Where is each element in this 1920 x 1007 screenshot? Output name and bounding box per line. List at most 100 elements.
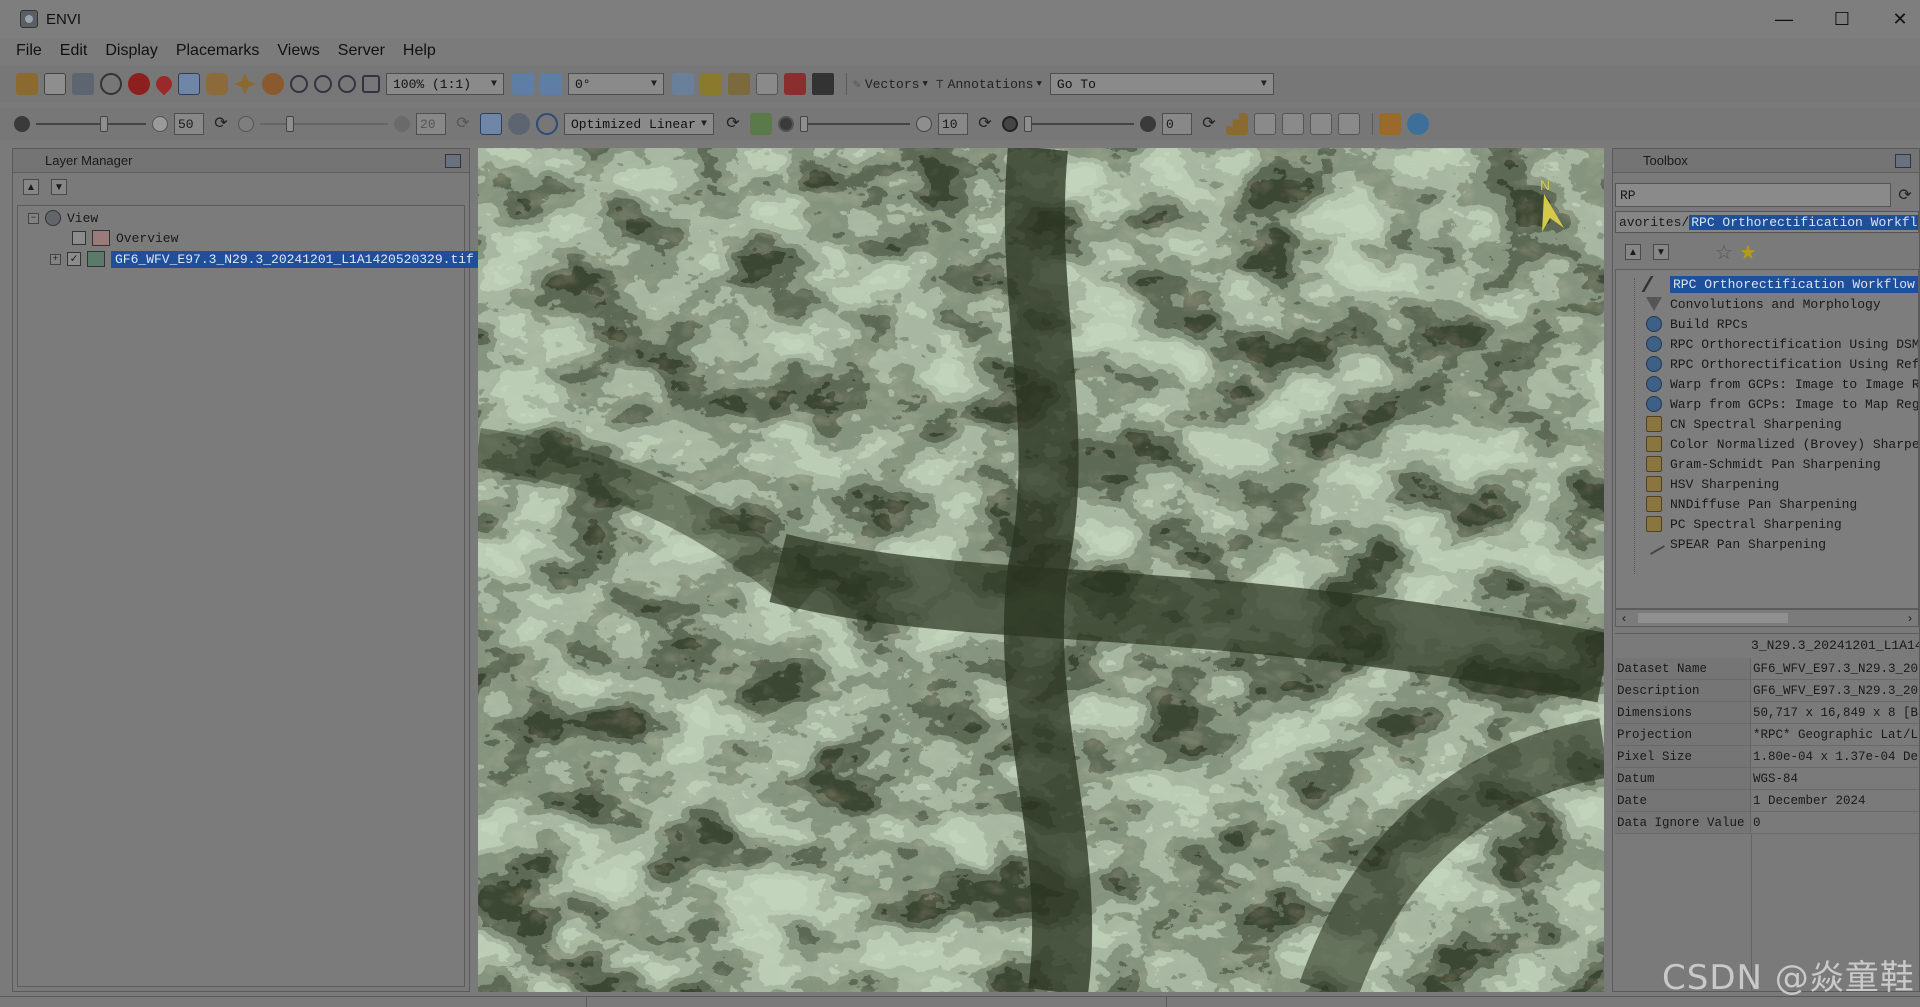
- flicker-icon[interactable]: [784, 73, 806, 95]
- select-cursor-icon[interactable]: [178, 73, 200, 95]
- rotate-right-icon[interactable]: [540, 73, 562, 95]
- reset-transparency-icon[interactable]: ⟳: [1198, 113, 1220, 135]
- image-view[interactable]: [478, 148, 1604, 992]
- maximize-button[interactable]: ☐: [1813, 0, 1871, 38]
- measure-icon[interactable]: [728, 73, 750, 95]
- transparency-value[interactable]: 0: [1162, 113, 1192, 135]
- view-3-icon[interactable]: [1310, 113, 1332, 135]
- collapse-icon[interactable]: −: [28, 212, 39, 224]
- zoom-out-icon[interactable]: [338, 75, 356, 93]
- swipe-icon[interactable]: [756, 73, 778, 95]
- tool-item[interactable]: RPC Orthorectification Workflow: [1641, 274, 1918, 294]
- tree-item-overview[interactable]: Overview: [72, 228, 178, 248]
- menu-edit[interactable]: Edit: [60, 42, 88, 60]
- property-row[interactable]: Description GF6_WFV_E97.3_N29.3_20: [1615, 680, 1919, 702]
- tool-item[interactable]: Warp from GCPs: Image to Image Re: [1646, 374, 1918, 394]
- tree-item-raster-layer[interactable]: + ✓ GF6_WFV_E97.3_N29.3_20241201_L1A1420…: [50, 249, 478, 269]
- reset-brightness-icon[interactable]: ⟳: [210, 113, 232, 135]
- toolbox-horizontal-scrollbar[interactable]: ‹ ›: [1615, 609, 1919, 627]
- toolbox-path-bar[interactable]: avorites/RPC Orthorectification Workflow: [1615, 211, 1919, 233]
- tool-item[interactable]: HSV Sharpening: [1646, 474, 1779, 494]
- property-row[interactable]: Date 1 December 2024: [1615, 790, 1919, 812]
- toolbox-search-input[interactable]: RP: [1615, 183, 1891, 207]
- rotation-select[interactable]: 0° ▼: [568, 73, 664, 95]
- tool-item[interactable]: NNDiffuse Pan Sharpening: [1646, 494, 1857, 514]
- chip-icon[interactable]: [700, 73, 722, 95]
- menu-placemarks[interactable]: Placemarks: [176, 42, 260, 60]
- property-row[interactable]: Projection *RPC* Geographic Lat/L: [1615, 724, 1919, 746]
- contrast-slider[interactable]: [260, 116, 388, 132]
- rotate-icon[interactable]: [262, 73, 284, 95]
- property-row[interactable]: Data Ignore Value 0: [1615, 812, 1919, 834]
- sync-icon[interactable]: [1407, 113, 1429, 135]
- view-1-icon[interactable]: [1254, 113, 1276, 135]
- collapse-all-icon[interactable]: ▲: [23, 179, 39, 195]
- pin-icon[interactable]: [1895, 154, 1911, 168]
- view-2-icon[interactable]: [1282, 113, 1304, 135]
- fly-icon[interactable]: [234, 73, 256, 95]
- tool-item[interactable]: SPEAR Pan Sharpening: [1643, 533, 1826, 555]
- menu-file[interactable]: File: [16, 42, 42, 60]
- reset-contrast-icon[interactable]: ⟳: [452, 113, 474, 135]
- property-row[interactable]: Dataset Name GF6_WFV_E97.3_N29.3_20: [1615, 658, 1919, 680]
- placemark-icon[interactable]: [152, 72, 176, 96]
- histogram-icon[interactable]: [750, 113, 772, 135]
- zoom-icon[interactable]: [290, 75, 308, 93]
- crosshair-icon[interactable]: [100, 73, 122, 95]
- property-row[interactable]: Pixel Size 1.80e-04 x 1.37e-04 De: [1615, 746, 1919, 768]
- sharpen-value[interactable]: 10: [938, 113, 968, 135]
- transparency-slider[interactable]: [1024, 116, 1134, 132]
- tool-item[interactable]: RPC Orthorectification Using DSM: [1646, 334, 1918, 354]
- portal-icon[interactable]: [812, 73, 834, 95]
- toolbox-case-icon[interactable]: [1379, 113, 1401, 135]
- reset-sharpen-icon[interactable]: ⟳: [974, 113, 996, 135]
- tool-item[interactable]: Warp from GCPs: Image to Map Regi: [1646, 394, 1918, 414]
- tool-item[interactable]: PC Spectral Sharpening: [1646, 514, 1842, 534]
- tool-item[interactable]: RPC Orthorectification Using Refe: [1646, 354, 1918, 374]
- display-icon[interactable]: [72, 73, 94, 95]
- brightness-value[interactable]: 50: [174, 113, 204, 135]
- property-row[interactable]: Dimensions 50,717 x 16,849 x 8 [B: [1615, 702, 1919, 724]
- pin-icon[interactable]: [445, 154, 461, 168]
- scroll-right-icon[interactable]: ›: [1908, 611, 1912, 625]
- tool-item[interactable]: CN Spectral Sharpening: [1646, 414, 1842, 434]
- contrast-value[interactable]: 20: [416, 113, 446, 135]
- tool-item[interactable]: Convolutions and Morphology: [1646, 294, 1881, 314]
- pan-hand-icon[interactable]: [206, 73, 228, 95]
- close-button[interactable]: ✕: [1871, 0, 1920, 38]
- scroll-thumb[interactable]: [1638, 613, 1788, 623]
- rotate-left-icon[interactable]: [512, 73, 534, 95]
- menu-display[interactable]: Display: [105, 42, 157, 60]
- menu-views[interactable]: Views: [277, 42, 319, 60]
- stop-icon[interactable]: [128, 73, 150, 95]
- property-row[interactable]: Datum WGS-84: [1615, 768, 1919, 790]
- stretch-type-select[interactable]: Optimized Linear ▼: [564, 113, 714, 135]
- expand-icon[interactable]: +: [50, 253, 61, 265]
- open-folder-icon[interactable]: [16, 73, 38, 95]
- annotations-dropdown[interactable]: ⊤ Annotations ▼: [936, 77, 1042, 92]
- add-favorite-star-icon[interactable]: ☆: [1715, 240, 1733, 265]
- menu-help[interactable]: Help: [403, 42, 436, 60]
- data-manager-icon[interactable]: [44, 73, 66, 95]
- view-4-icon[interactable]: [1338, 113, 1360, 135]
- vectors-dropdown[interactable]: ✎ Vectors ▼: [853, 77, 928, 92]
- menu-server[interactable]: Server: [338, 42, 385, 60]
- tool-item[interactable]: Gram-Schmidt Pan Sharpening: [1646, 454, 1881, 474]
- target-icon[interactable]: [536, 113, 558, 135]
- full-extent-icon[interactable]: [480, 113, 502, 135]
- expand-all-icon[interactable]: ▼: [51, 179, 67, 195]
- collapse-all-icon[interactable]: ▲: [1625, 244, 1641, 260]
- tree-item-view[interactable]: − View: [28, 208, 98, 228]
- tool-item[interactable]: Build RPCs: [1646, 314, 1748, 334]
- zoom-in-icon[interactable]: [314, 75, 332, 93]
- brightness-slider[interactable]: [36, 116, 146, 132]
- sharpen-slider[interactable]: [800, 116, 910, 132]
- zoom-select[interactable]: 100% (1:1) ▼: [386, 73, 504, 95]
- tool-item[interactable]: Color Normalized (Brovey) Sharpen: [1646, 434, 1918, 454]
- refresh-stretch-icon[interactable]: ⟳: [722, 113, 744, 135]
- overview-checkbox[interactable]: [72, 231, 86, 245]
- favorites-star-icon[interactable]: ★: [1739, 240, 1757, 265]
- chart-icon[interactable]: [1226, 113, 1248, 135]
- raster-layer-checkbox[interactable]: ✓: [67, 252, 81, 266]
- minimize-button[interactable]: —: [1755, 0, 1813, 38]
